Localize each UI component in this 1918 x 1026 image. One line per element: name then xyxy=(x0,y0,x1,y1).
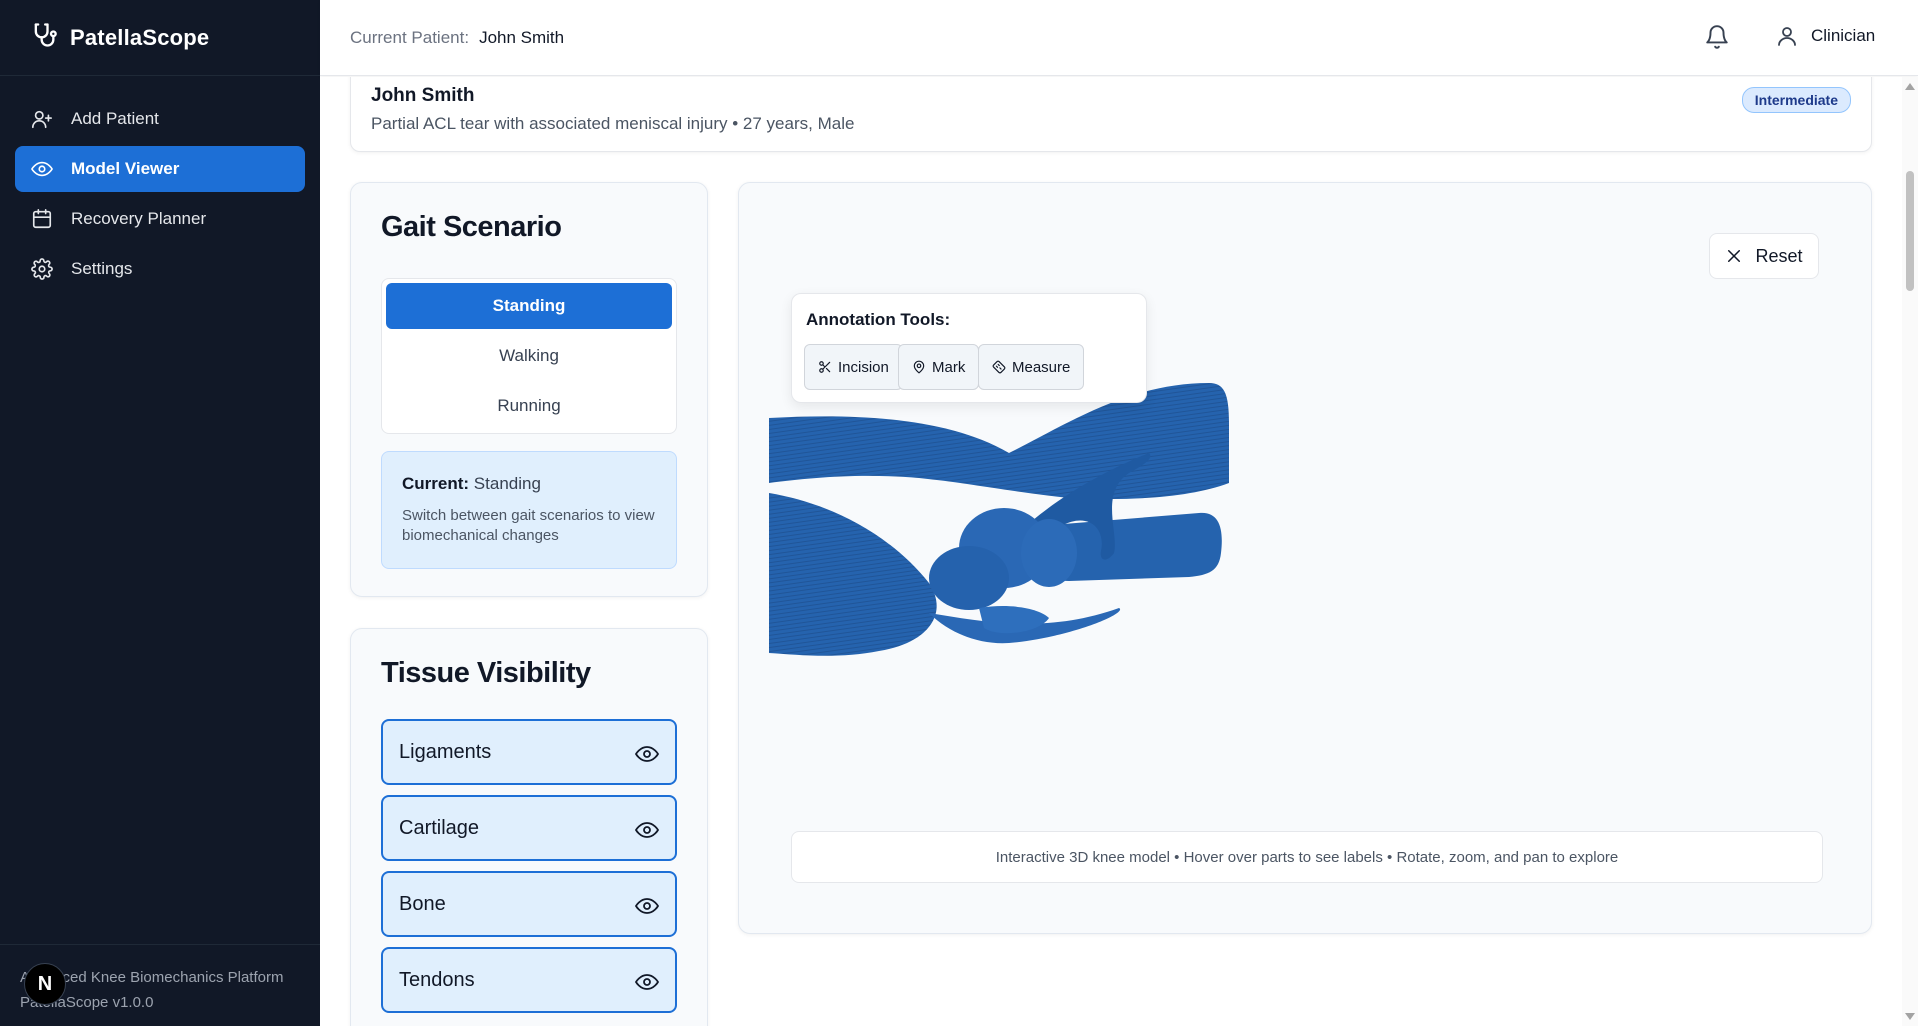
tool-label: Mark xyxy=(932,358,966,376)
sidebar-item-label: Recovery Planner xyxy=(71,209,207,228)
tissue-label: Cartilage xyxy=(399,816,480,839)
ruler-icon xyxy=(992,360,1006,374)
patient-card: John Smith Partial ACL tear with associa… xyxy=(350,77,1872,152)
user-menu[interactable]: Clinician xyxy=(1775,24,1875,48)
tissue-toggle-cartilage[interactable]: Cartilage xyxy=(381,795,677,861)
gait-scenario-panel: Gait Scenario Standing Walking Running C… xyxy=(350,182,708,597)
mark-tool-button[interactable]: Mark xyxy=(898,344,980,390)
tissue-visibility-title: Tissue Visibility xyxy=(381,657,591,689)
tissue-label: Tendons xyxy=(399,968,475,991)
current-patient-label: Current Patient: xyxy=(350,27,470,47)
gait-scenario-title: Gait Scenario xyxy=(381,211,562,243)
gait-options: Standing Walking Running xyxy=(381,278,677,434)
tissue-label: Ligaments xyxy=(399,740,492,763)
eye-icon xyxy=(635,898,659,914)
tool-label: Incision xyxy=(838,358,889,376)
eye-icon xyxy=(635,746,659,762)
sidebar-item-label: Model Viewer xyxy=(71,159,180,178)
sidebar-item-recovery-planner[interactable]: Recovery Planner xyxy=(15,196,305,242)
sidebar-item-label: Add Patient xyxy=(71,109,159,128)
sidebar-item-settings[interactable]: Settings xyxy=(15,246,305,292)
map-pin-icon xyxy=(913,360,925,374)
gait-option-walking[interactable]: Walking xyxy=(386,333,672,379)
top-header: Current Patient: John Smith Clinician xyxy=(320,0,1918,76)
user-plus-icon xyxy=(32,110,52,129)
gait-option-running[interactable]: Running xyxy=(386,383,672,429)
current-gait-info: Current: Standing Switch between gait sc… xyxy=(381,451,677,569)
gear-icon xyxy=(31,258,53,280)
current-gait-value: Standing xyxy=(473,474,541,493)
gait-help-text: Switch between gait scenarios to view bi… xyxy=(402,507,655,544)
patient-description: Partial ACL tear with associated menisca… xyxy=(371,114,855,133)
main-content: John Smith Partial ACL tear with associa… xyxy=(320,77,1902,1026)
eye-icon xyxy=(635,974,659,990)
incision-tool-button[interactable]: Incision xyxy=(804,344,903,390)
close-icon xyxy=(1728,250,1741,262)
patient-name: John Smith xyxy=(371,85,475,106)
eye-icon xyxy=(31,161,53,177)
scroll-down-arrow[interactable] xyxy=(1905,1013,1915,1020)
current-patient-name: John Smith xyxy=(479,27,565,47)
eye-icon xyxy=(635,822,659,838)
tool-label: Measure xyxy=(1012,358,1071,376)
brand[interactable]: PatellaScope xyxy=(0,0,320,76)
current-gait-line: Current: Standing xyxy=(402,474,656,494)
current-gait-label: Current: xyxy=(402,474,470,493)
footer-version: PatellaScope v1.0.0 xyxy=(20,994,154,1011)
tissue-visibility-panel: Tissue Visibility Ligaments Cartilage Bo… xyxy=(350,628,708,1026)
gait-option-standing[interactable]: Standing xyxy=(386,283,672,329)
reset-button[interactable]: Reset xyxy=(1709,233,1819,279)
tissue-label: Bone xyxy=(399,892,446,915)
tissue-toggle-tendons[interactable]: Tendons xyxy=(381,947,677,1013)
scroll-thumb[interactable] xyxy=(1906,171,1914,291)
page-scrollbar[interactable] xyxy=(1902,77,1918,1026)
app-name: PatellaScope xyxy=(70,24,210,50)
viewer-canvas[interactable]: Reset Annotation Tools: Incision Mark Me… xyxy=(739,183,1871,933)
model-viewer-panel: Reset Annotation Tools: Incision Mark Me… xyxy=(738,182,1872,934)
user-icon xyxy=(1778,27,1796,46)
calendar-icon xyxy=(32,209,52,229)
dev-badge[interactable]: N xyxy=(24,963,66,1005)
bell-icon[interactable] xyxy=(1704,24,1730,50)
scissors-icon xyxy=(819,361,831,373)
scroll-up-arrow[interactable] xyxy=(1905,83,1915,90)
stethoscope-icon xyxy=(30,21,70,54)
reset-label: Reset xyxy=(1755,245,1803,266)
sidebar-item-model-viewer[interactable]: Model Viewer xyxy=(15,146,305,192)
sidebar: PatellaScope Add Patient Model Viewer Re… xyxy=(0,0,320,1026)
sidebar-item-label: Settings xyxy=(71,259,133,278)
sidebar-item-add-patient[interactable]: Add Patient xyxy=(15,96,305,142)
measure-tool-button[interactable]: Measure xyxy=(978,344,1085,390)
annotation-title: Annotation Tools: xyxy=(806,310,951,329)
user-label: Clinician xyxy=(1811,26,1876,45)
sidebar-nav: Add Patient Model Viewer Recovery Planne… xyxy=(0,76,320,292)
sidebar-footer: Advanced Knee Biomechanics Platform Pate… xyxy=(0,944,320,1026)
severity-badge: Intermediate xyxy=(1741,87,1851,113)
tissue-toggle-ligaments[interactable]: Ligaments xyxy=(381,719,677,785)
annotation-tools: Annotation Tools: Incision Mark Measure xyxy=(791,293,1147,403)
knee-3d-model[interactable] xyxy=(769,383,1329,683)
tissue-toggle-bone[interactable]: Bone xyxy=(381,871,677,937)
viewer-hint: Interactive 3D knee model • Hover over p… xyxy=(791,831,1823,883)
